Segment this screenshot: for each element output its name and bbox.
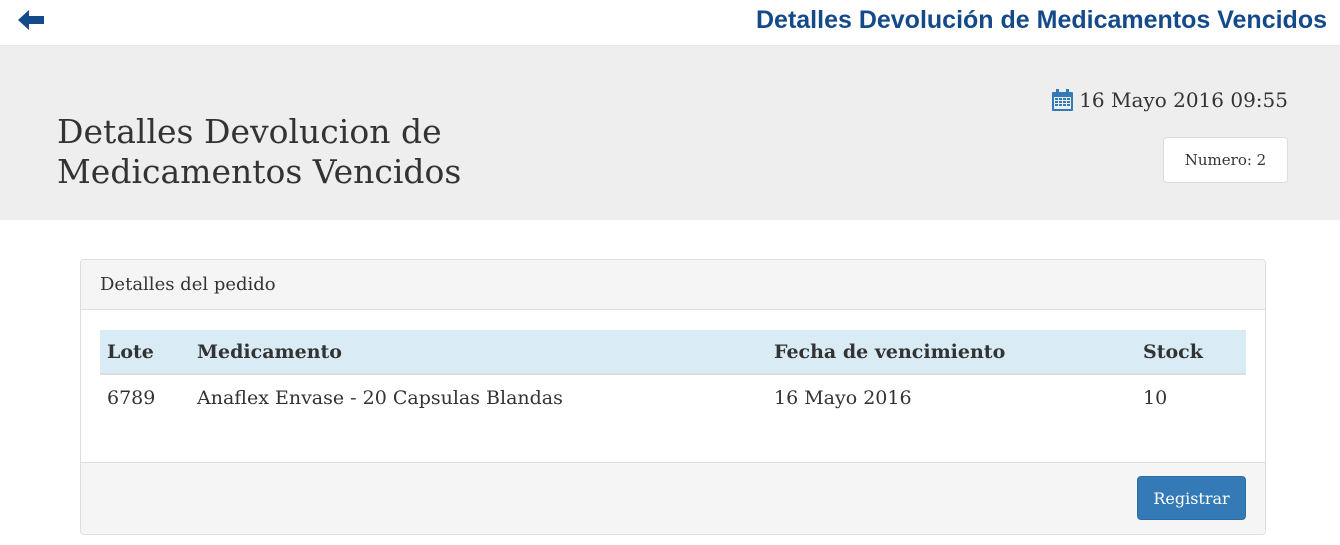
cell-lote: 6789: [107, 386, 156, 409]
column-header-fecha: Fecha de vencimiento: [767, 330, 1136, 375]
date-display: 16 Mayo 2016 09:55: [1052, 88, 1288, 112]
page-header: Detalles Devolucion de Medicamentos Venc…: [0, 46, 1340, 220]
column-header-lote: Lote: [100, 330, 190, 375]
cell-fecha: 16 Mayo 2016: [774, 386, 912, 409]
order-table: Lote Medicamento Fecha de vencimiento St…: [100, 330, 1246, 420]
table-header-row: Lote Medicamento Fecha de vencimiento St…: [100, 330, 1246, 375]
order-table-wrapper: Lote Medicamento Fecha de vencimiento St…: [100, 330, 1246, 420]
date-text: 16 Mayo 2016 09:55: [1079, 88, 1288, 112]
cell-medicamento: Anaflex Envase - 20 Capsulas Blandas: [197, 386, 563, 409]
arrow-left-icon: [18, 10, 44, 30]
column-header-stock: Stock: [1136, 330, 1246, 375]
panel-heading: Detalles del pedido: [81, 260, 1265, 310]
back-button[interactable]: [16, 8, 46, 32]
order-details-panel: Detalles del pedido Lote Medicamento Fec…: [80, 259, 1266, 535]
cell-stock: 10: [1143, 386, 1168, 409]
registrar-button[interactable]: Registrar: [1137, 476, 1246, 520]
page-title: Detalles Devolucion de Medicamentos Venc…: [57, 112, 462, 191]
topbar-title: Detalles Devolución de Medicamentos Venc…: [755, 6, 1327, 34]
order-number-badge: Numero: 2: [1163, 137, 1288, 183]
calendar-icon: [1052, 89, 1074, 111]
panel-footer: Registrar: [81, 462, 1265, 534]
table-row: 6789 Anaflex Envase - 20 Capsulas Blanda…: [100, 374, 1246, 420]
top-navbar: Detalles Devolución de Medicamentos Venc…: [0, 0, 1340, 46]
column-header-medicamento: Medicamento: [190, 330, 767, 375]
